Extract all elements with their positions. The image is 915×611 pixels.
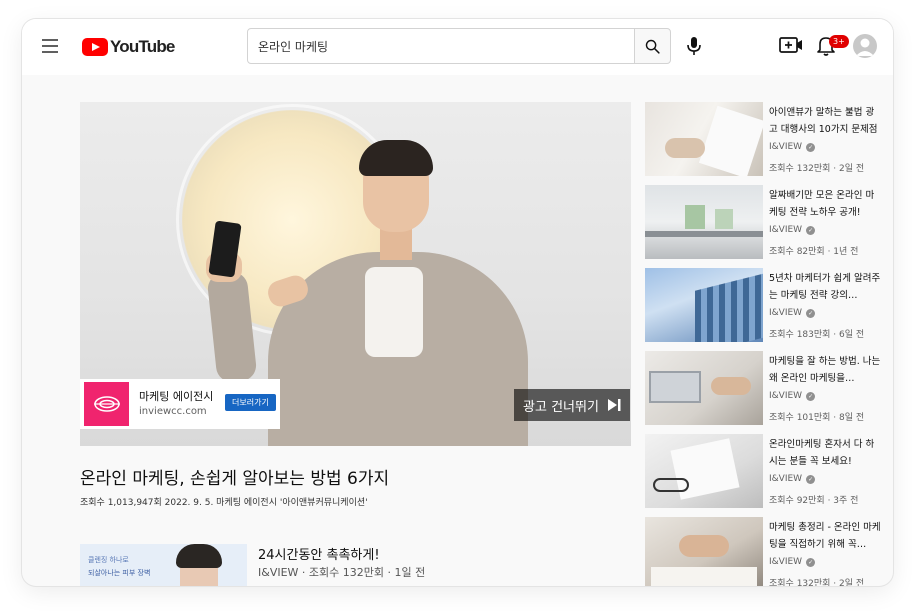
sidebar-video-meta: 조회수 92만회 · 3주 전 xyxy=(769,496,859,506)
ad-url: inviewcc.com xyxy=(139,406,207,417)
search-button[interactable] xyxy=(634,28,671,64)
channel-name: I&VIEW xyxy=(769,557,803,567)
ad-brand-logo-icon xyxy=(84,382,129,426)
thumb-handshake xyxy=(679,535,729,557)
skip-ad-label: 광고 건너뛰기 xyxy=(523,399,599,415)
sidebar-video-title: 아이앤뷰가 말하는 불법 광고 대행사의 10가지 문제점 xyxy=(769,107,878,135)
thumb-laptop xyxy=(649,371,701,403)
sidebar-video-6[interactable]: 마케팅 총정리 - 온라인 마케팅을 직접하기 위해 꼭… I&VIEW ✓ 조회… xyxy=(645,517,885,586)
verified-icon: ✓ xyxy=(806,391,816,401)
top-bar: YouTube 온라인 마케팅 3+ xyxy=(22,19,893,75)
notification-badge: 3+ xyxy=(829,35,849,48)
sidebar-video-meta: 조회수 183만회 · 6일 전 xyxy=(769,330,865,340)
sidebar-video-3[interactable]: 5년차 마케터가 쉽게 알려주는 마케팅 전략 강의… I&VIEW ✓ 조회수 … xyxy=(645,268,885,344)
verified-icon: ✓ xyxy=(806,557,816,567)
search-box[interactable] xyxy=(247,28,635,64)
next-video-thumbnail[interactable]: 클렌징 하나로 되살아나는 피부 장벽 xyxy=(80,544,247,586)
sidebar-video-1[interactable]: 아이앤뷰가 말하는 불법 광고 대행사의 10가지 문제점 I&VIEW ✓ 조회… xyxy=(645,102,885,178)
sidebar-thumbnail[interactable] xyxy=(645,102,763,176)
channel-name: I&VIEW xyxy=(769,308,803,318)
channel-name: I&VIEW xyxy=(769,474,803,484)
sidebar-channel: I&VIEW ✓ xyxy=(769,142,816,152)
create-video-icon xyxy=(779,37,802,53)
sidebar-channel: I&VIEW ✓ xyxy=(769,391,816,401)
next-video-item[interactable]: 클렌징 하나로 되살아나는 피부 장벽 24시간동안 촉촉하게! I&VIEW … xyxy=(80,544,640,586)
ad-visit-button[interactable]: 더보러가기 xyxy=(225,394,276,411)
thumb-caption-1: 클렌징 하나로 xyxy=(88,556,129,564)
presenter-hair xyxy=(359,140,433,176)
thumb-monitor xyxy=(685,205,705,229)
thumb-paper xyxy=(698,105,763,176)
sidebar-video-meta: 조회수 101만회 · 8일 전 xyxy=(769,413,865,423)
thumb-desk xyxy=(645,231,763,237)
sidebar-video-2[interactable]: 알짜배기만 모은 온라인 마케팅 전략 노하우 공개! I&VIEW ✓ 조회수 … xyxy=(645,185,885,261)
sidebar-video-title: 5년차 마케터가 쉽게 알려주는 마케팅 전략 강의… xyxy=(769,273,881,301)
video-meta: 조회수 1,013,947회 2022. 9. 5. 마케팅 에이전시 '아이앤… xyxy=(80,498,368,508)
ad-overlay-card[interactable]: 마케팅 에이전시 inviewcc.com 더보러가기 xyxy=(80,379,280,429)
channel-name: I&VIEW xyxy=(769,225,803,235)
mic-button[interactable] xyxy=(682,33,706,59)
sidebar-video-title: 알짜배기만 모은 온라인 마케팅 전략 노하우 공개! xyxy=(769,190,875,218)
sidebar-thumbnail[interactable] xyxy=(645,517,763,586)
thumb-hand xyxy=(711,377,751,395)
account-avatar-icon[interactable] xyxy=(853,34,877,58)
thumb-caption-2: 되살아나는 피부 장벽 xyxy=(88,569,151,577)
ad-name: 마케팅 에이전시 xyxy=(139,390,214,403)
thumb-hand xyxy=(665,138,705,158)
verified-icon: ✓ xyxy=(806,142,816,152)
sidebar-video-meta: 조회수 132만회 · 2일 전 xyxy=(769,164,865,174)
youtube-play-icon xyxy=(82,38,108,56)
presenter-shirt xyxy=(365,267,423,357)
channel-name: I&VIEW xyxy=(769,391,803,401)
skip-ad-button[interactable]: 광고 건너뛰기 xyxy=(514,389,630,421)
youtube-logo[interactable]: YouTube xyxy=(82,36,175,58)
sidebar-channel: I&VIEW ✓ xyxy=(769,557,816,567)
logo-text: YouTube xyxy=(110,37,175,56)
sidebar-channel: I&VIEW ✓ xyxy=(769,308,816,318)
thumb-model-hair xyxy=(176,544,222,568)
verified-icon: ✓ xyxy=(806,308,816,318)
sidebar-video-meta: 조회수 82만회 · 1년 전 xyxy=(769,247,859,257)
sidebar-video-meta: 조회수 132만회 · 2일 전 xyxy=(769,579,865,586)
thumb-building xyxy=(695,273,763,342)
sidebar-thumbnail[interactable] xyxy=(645,434,763,508)
verified-icon: ✓ xyxy=(806,474,816,484)
next-video-title: 24시간동안 촉촉하게! xyxy=(258,548,380,563)
channel-name: I&VIEW xyxy=(769,142,803,152)
sidebar-channel: I&VIEW ✓ xyxy=(769,225,816,235)
video-player[interactable]: 마케팅 에이전시 inviewcc.com 더보러가기 광고 건너뛰기 xyxy=(80,102,631,446)
create-video-button[interactable] xyxy=(779,36,803,58)
sidebar-video-5[interactable]: 온라인마케팅 혼자서 다 하시는 분들 꼭 보세요! I&VIEW ✓ 조회수 9… xyxy=(645,434,885,510)
sidebar-video-title: 마케팅을 잘 하는 방법. 나는 왜 온라인 마케팅을… xyxy=(769,356,881,384)
sidebar-thumbnail[interactable] xyxy=(645,268,763,342)
sidebar-channel: I&VIEW ✓ xyxy=(769,474,816,484)
search-icon xyxy=(645,39,660,54)
next-video-meta: I&VIEW · 조회수 132만회 · 1일 전 xyxy=(258,566,426,579)
sidebar-video-title: 마케팅 총정리 - 온라인 마케팅을 직접하기 위해 꼭… xyxy=(769,522,881,550)
search-input[interactable] xyxy=(258,39,624,53)
skip-next-icon xyxy=(607,399,621,411)
browser-frame: YouTube 온라인 마케팅 3+ 마케팅 에이전시 inviewcc.com… xyxy=(22,19,893,586)
thumb-monitor-2 xyxy=(715,209,733,229)
verified-icon: ✓ xyxy=(806,225,816,235)
sidebar-thumbnail[interactable] xyxy=(645,185,763,259)
sidebar-thumbnail[interactable] xyxy=(645,351,763,425)
mic-icon xyxy=(687,37,701,55)
sidebar-video-title: 온라인마케팅 혼자서 다 하시는 분들 꼭 보세요! xyxy=(769,439,875,467)
thumb-glasses xyxy=(653,478,689,492)
thumb-paper xyxy=(651,567,757,586)
sidebar-video-4[interactable]: 마케팅을 잘 하는 방법. 나는 왜 온라인 마케팅을… I&VIEW ✓ 조회수… xyxy=(645,351,885,427)
avatar-silhouette xyxy=(856,38,874,56)
video-title: 온라인 마케팅, 손쉽게 알아보는 방법 6가지 xyxy=(80,469,390,489)
hamburger-menu-icon[interactable] xyxy=(42,39,58,53)
